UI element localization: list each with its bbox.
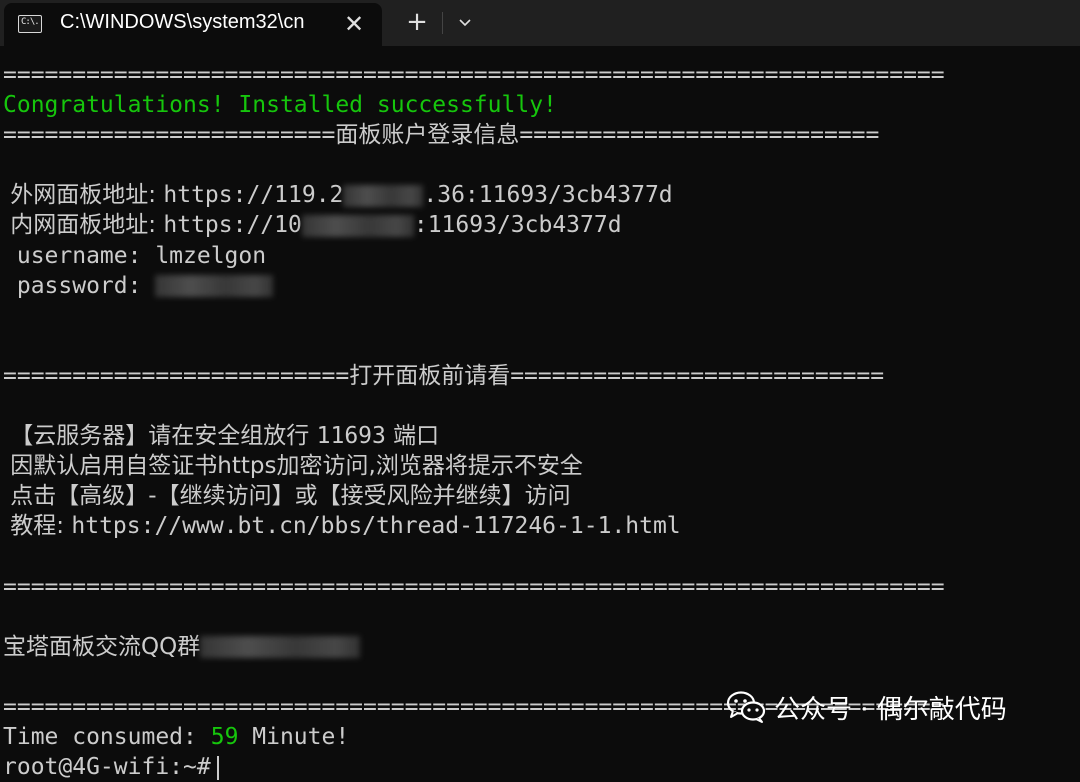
password-line: password: [3,271,1078,301]
redacted-ip [301,214,414,237]
separator-line: ========================================… [3,573,945,600]
redacted-ip [343,184,424,207]
notice-security-group: 【云服务器】请在安全组放行 11693 端口 [3,423,440,450]
notice-continue-access: 点击【高级】-【继续访问】或【接受风险并继续】访问 [3,483,571,510]
redacted-password [155,275,274,298]
install-success-message: Congratulations! Installed successfully! [3,92,557,119]
internal-panel-address: 内网面板地址: https://10:11693/3cb4377d [3,212,622,239]
separator-line: ========================================… [3,62,945,88]
new-tab-button[interactable]: + [402,8,432,38]
title-bar: C:\. C:\WINDOWS\system32\cn ✕ + [0,0,1080,46]
wechat-icon [726,691,766,723]
shell-prompt[interactable]: root@4G-wifi:~# [3,752,1078,782]
terminal-tab[interactable]: C:\. C:\WINDOWS\system32\cn ✕ [4,3,382,46]
redacted-qq-number [200,636,361,659]
external-panel-address: 外网面板地址: https://119.2.36:11693/3cb4377d [3,182,673,209]
tab-title: C:\WINDOWS\system32\cn [60,11,305,33]
time-consumed-line: Time consumed: 59 Minute! [3,724,350,751]
terminal-output[interactable]: ========================================… [3,60,1078,782]
notice-self-signed-cert: 因默认启用自签证书https加密访问,浏览器将提示不安全 [3,453,583,480]
qq-group-line: 宝塔面板交流QQ群 [3,632,1078,662]
text-cursor [216,755,219,780]
username-line: username: lmzelgon [3,242,267,269]
open-panel-header: =========================打开面板前请看========… [3,362,885,389]
watermark-text: 公众号 · 偶尔敲代码 [774,694,1007,725]
tab-divider [442,12,443,34]
watermark: 公众号 · 偶尔敲代码 [726,688,1007,726]
cmd-icon: C:\. [18,15,42,33]
chevron-down-icon[interactable] [450,8,480,38]
close-tab-icon[interactable]: ✕ [340,10,368,38]
tutorial-line: 教程: https://www.bt.cn/bbs/thread-117246-… [3,513,681,540]
tutorial-link[interactable]: https://www.bt.cn/bbs/thread-117246-1-1.… [71,513,680,539]
login-info-header: ========================面板账户登录信息========… [3,122,880,149]
